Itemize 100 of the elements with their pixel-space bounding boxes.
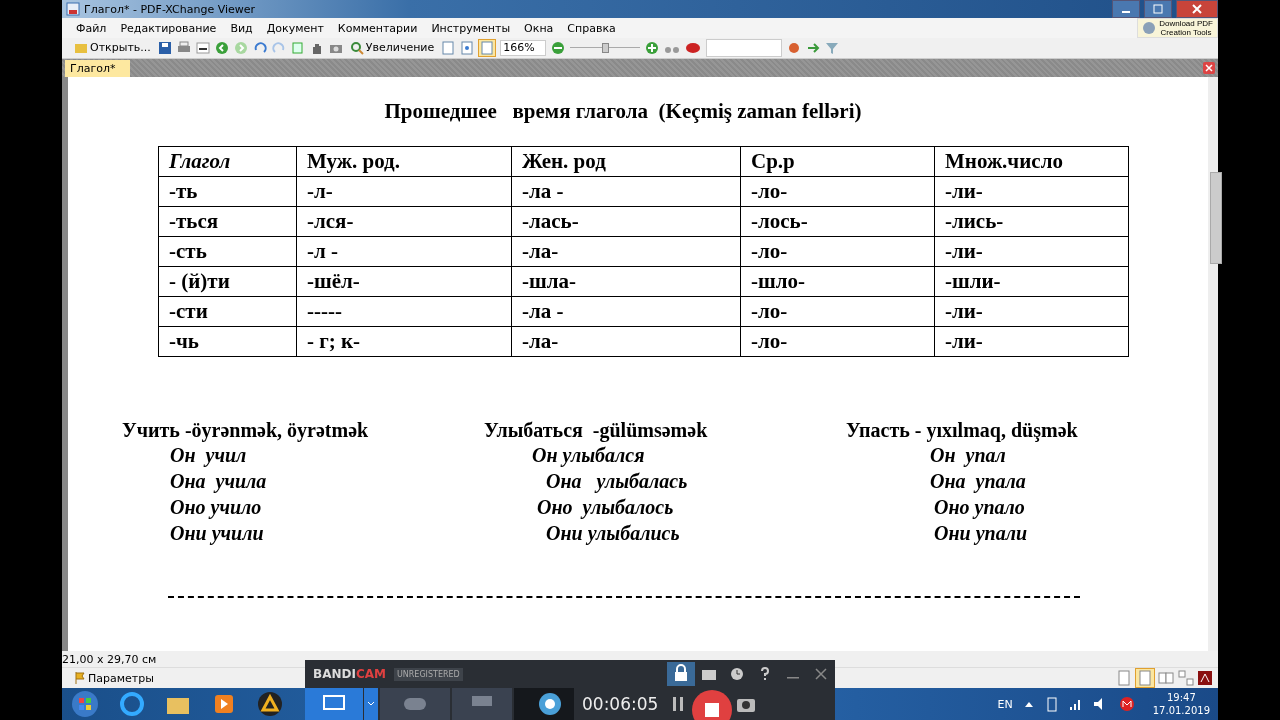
pdf-icon[interactable] [1198, 671, 1212, 686]
start-button[interactable] [70, 689, 100, 720]
table-cell: -шла- [511, 266, 741, 297]
document-title: Прошедшее время глагола (Keçmiş zaman felləri) [383, 98, 863, 124]
verb-form: Они упали [934, 520, 1029, 546]
table-cell: -ло- [740, 326, 935, 357]
table-cell: -ла - [511, 176, 741, 207]
actual-size-icon[interactable] [441, 40, 456, 55]
table-cell: -ли- [934, 296, 1129, 327]
save-icon[interactable] [157, 40, 172, 55]
license-badge: UNREGISTERED [393, 667, 463, 681]
column-header: Множ.число [934, 146, 1129, 177]
magnifier-icon [349, 40, 364, 55]
undo-icon[interactable] [252, 40, 267, 55]
menu-item[interactable]: Файл [76, 21, 107, 35]
table-cell: -сть [158, 236, 297, 267]
verb-form: Оно учило [170, 494, 263, 520]
verb-heading: Учить -öyrənmək, öyrətmək [122, 418, 370, 442]
recorder-logo: BANDICAM [313, 667, 386, 681]
menu-item[interactable]: Инструменты [431, 21, 511, 35]
triangle-app-icon[interactable] [256, 690, 284, 719]
verb-form: Они учили [170, 520, 265, 546]
table-cell: -ть [158, 176, 297, 207]
table-cell: - г; к- [296, 326, 512, 357]
table-cell: -шло- [740, 266, 935, 297]
mail-icon[interactable] [1118, 696, 1135, 713]
menu-item[interactable]: Редактирование [120, 21, 217, 35]
menu-item[interactable]: Справка [567, 21, 616, 35]
table-cell: -лись- [934, 206, 1129, 237]
table-cell: -лось- [740, 206, 935, 237]
close-tab-icon[interactable] [1203, 61, 1215, 74]
minimize-button[interactable] [1112, 0, 1140, 18]
lock-icon[interactable] [667, 662, 695, 686]
table-cell: -ло- [740, 176, 935, 207]
close-icon [1192, 4, 1202, 14]
stop-record-button[interactable] [690, 688, 735, 720]
flag-icon [74, 671, 86, 686]
verb-form: Оно упало [934, 494, 1026, 520]
table-cell: -ли- [934, 326, 1129, 357]
column-header: Жен. род [511, 146, 741, 177]
table-cell: -л - [296, 236, 512, 267]
zoom-field[interactable]: 166% [500, 39, 547, 56]
recording-timer: 00:06:05 [582, 694, 659, 714]
table-cell: -шёл- [296, 266, 512, 297]
table-cell: -сти [158, 296, 297, 327]
table-cell: -шли- [934, 266, 1129, 297]
language-indicator[interactable]: EN [997, 697, 1013, 711]
table-cell: -ла- [511, 236, 741, 267]
table-cell: -ла- [511, 326, 741, 357]
zoom-tool-button[interactable]: Увеличение [347, 40, 437, 55]
screen-mode-button[interactable] [305, 688, 363, 720]
verb-form: Она упала [930, 468, 1027, 494]
column-header: Муж. род. [296, 146, 512, 177]
table-cell: -чь [158, 326, 297, 357]
verb-form: Он улыбался [532, 442, 646, 468]
facing-pages-icon[interactable] [1158, 670, 1174, 687]
download-tools-button[interactable]: Download PDF Creation Tools [1137, 18, 1218, 38]
zoom-out-icon[interactable] [551, 40, 566, 55]
minimize-icon [1122, 11, 1130, 13]
page-size-label: 21,00 x 29,70 см [62, 652, 157, 666]
verb-form: Он упал [930, 442, 1007, 468]
table-cell: - (й)ти [158, 266, 297, 297]
column-header: Глагол [158, 146, 297, 177]
next-result-icon[interactable] [806, 40, 821, 55]
verb-form: Она учила [170, 468, 268, 494]
menu-item[interactable]: Комментарии [337, 21, 418, 35]
verb-form: Они улыбались [546, 520, 681, 546]
table-cell: -ться [158, 206, 297, 237]
table-cell: -лась- [511, 206, 741, 237]
funnel-icon[interactable] [825, 40, 840, 55]
clock-time: 19:47 [1166, 691, 1196, 705]
fit-page-icon[interactable] [460, 40, 475, 55]
table-cell: ----- [296, 296, 512, 327]
zoom-in-icon[interactable] [645, 40, 660, 55]
continuous-page-icon[interactable] [1136, 669, 1154, 688]
verb-form: Оно улыбалось [537, 494, 675, 520]
search-field[interactable] [706, 38, 783, 57]
open-button[interactable]: Открыть... [72, 40, 153, 55]
table-cell: -ло- [740, 296, 935, 327]
document-tab[interactable]: Глагол* [65, 59, 130, 77]
menu-item[interactable]: Документ [266, 21, 324, 35]
table-cell: -ла - [511, 296, 741, 327]
options-button[interactable]: Параметры [72, 671, 156, 686]
menu-item[interactable]: Окна [524, 21, 554, 35]
table-cell: -лся- [296, 206, 512, 237]
verb-form: Он учил [170, 442, 248, 468]
menu-item[interactable]: Вид [230, 21, 253, 35]
webcam-icon[interactable] [514, 688, 574, 720]
zoom-slider[interactable] [570, 41, 641, 54]
browser-icon[interactable] [118, 690, 146, 719]
maximize-icon [1153, 4, 1163, 14]
close-button[interactable] [1176, 0, 1218, 18]
clock-date: 17.01.2019 [1152, 704, 1210, 718]
fit-width-icon[interactable] [479, 39, 496, 56]
verb-heading: Упасть - yıxılmaq, düşmək [846, 418, 1079, 442]
table-cell: -ли- [934, 176, 1129, 207]
maximize-button[interactable] [1144, 0, 1172, 18]
signal-icon[interactable] [1068, 697, 1083, 712]
verb-form: Она улыбалась [546, 468, 689, 494]
table-cell: -ли- [934, 236, 1129, 267]
